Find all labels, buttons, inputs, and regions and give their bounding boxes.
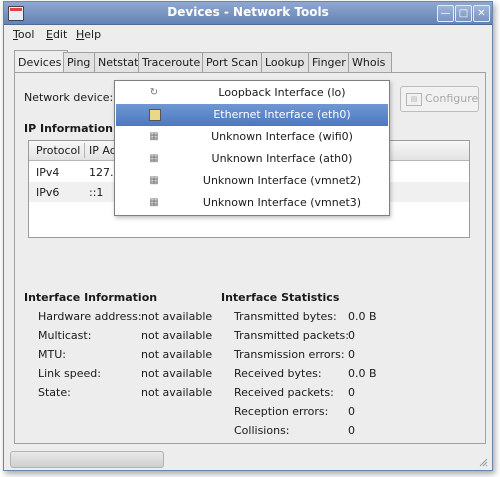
dropdown-item-eth0[interactable]: Ethernet Interface (eth0) (116, 104, 388, 126)
stat-value: 0 (348, 405, 355, 418)
menu-bar: Tool Edit Help (4, 25, 492, 45)
network-device-dropdown[interactable]: ↻ Loopback Interface (lo) Ethernet Inter… (114, 80, 390, 216)
stat-label: Reception errors: (234, 405, 329, 418)
title-bar[interactable]: Devices - Network Tools — □ ✕ (4, 2, 492, 25)
row-protocol: IPv4 (36, 166, 60, 179)
stat-value: 0 (348, 329, 355, 342)
window-title: Devices - Network Tools (167, 5, 329, 19)
dropdown-item-label: Ethernet Interface (eth0) (213, 108, 351, 121)
network-icon: ▦ (149, 153, 159, 164)
loopback-icon: ↻ (149, 87, 159, 98)
field-value: not available (141, 386, 213, 399)
resize-grip-icon[interactable] (478, 457, 488, 467)
interface-information-heading: Interface Information (24, 291, 158, 304)
field-label: Link speed: (38, 367, 101, 380)
field-value: not available (141, 367, 213, 380)
maximize-icon[interactable]: □ (455, 5, 472, 22)
dropdown-item-lo[interactable]: ↻ Loopback Interface (lo) (116, 82, 388, 104)
menu-help[interactable]: Help (76, 28, 101, 41)
stat-label: Transmitted packets: (234, 329, 349, 342)
network-icon: ▦ (149, 131, 159, 142)
field-value: not available (141, 329, 213, 342)
dropdown-item-vmnet3[interactable]: ▦ Unknown Interface (vmnet3) (116, 192, 388, 214)
tab-port-scan[interactable]: Port Scan (202, 52, 266, 72)
dropdown-item-label: Unknown Interface (vmnet3) (202, 196, 362, 209)
stat-value: 0 (348, 386, 355, 399)
dropdown-item-ath0[interactable]: ▦ Unknown Interface (ath0) (116, 148, 388, 170)
tab-netstat[interactable]: Netstat (94, 52, 143, 72)
stat-value: 0 (348, 424, 355, 437)
tab-finger[interactable]: Finger (308, 52, 353, 72)
interface-statistics-heading: Interface Statistics (221, 291, 340, 304)
tab-whois[interactable]: Whois (348, 52, 392, 72)
dropdown-item-wifi0[interactable]: ▦ Unknown Interface (wifi0) (116, 126, 388, 148)
field-label: MTU: (38, 348, 66, 361)
field-value: not available (141, 310, 213, 323)
stat-label: Transmission errors: (234, 348, 345, 361)
stat-label: Collisions: (234, 424, 290, 437)
menu-tool[interactable]: Tool (13, 28, 34, 41)
close-icon[interactable]: ✕ (473, 5, 490, 22)
network-icon: ▦ (149, 175, 159, 186)
column-protocol[interactable]: Protocol (36, 144, 80, 157)
dropdown-item-label: Loopback Interface (lo) (218, 86, 346, 99)
ip-information-heading: IP Information (24, 122, 113, 135)
stat-value: 0.0 B (348, 367, 377, 380)
dropdown-item-label: Unknown Interface (wifi0) (211, 130, 353, 143)
field-label: State: (38, 386, 71, 399)
field-value: not available (141, 348, 213, 361)
tab-lookup[interactable]: Lookup (261, 52, 313, 72)
stat-label: Received packets: (234, 386, 334, 399)
main-window: Devices - Network Tools — □ ✕ Tool Edit … (3, 1, 493, 471)
configure-button[interactable]: ▤ Configure (400, 86, 479, 112)
network-icon: ▦ (149, 197, 159, 208)
status-bar (8, 451, 488, 468)
configure-label: Configure (425, 92, 479, 105)
ethernet-icon (149, 109, 161, 121)
menu-edit[interactable]: Edit (46, 28, 67, 41)
row-address: ::1 (89, 186, 104, 199)
dropdown-item-label: Unknown Interface (ath0) (211, 152, 353, 165)
configure-icon: ▤ (406, 93, 422, 106)
minimize-icon[interactable]: — (437, 5, 454, 22)
field-label: Multicast: (38, 329, 92, 342)
stat-label: Transmitted bytes: (234, 310, 337, 323)
tab-traceroute[interactable]: Traceroute (138, 52, 207, 72)
stat-value: 0 (348, 348, 355, 361)
field-label: Hardware address: (38, 310, 142, 323)
column-ip-address[interactable]: IP Ad (89, 144, 117, 157)
dropdown-item-vmnet2[interactable]: ▦ Unknown Interface (vmnet2) (116, 170, 388, 192)
tab-devices[interactable]: Devices (14, 50, 68, 73)
status-field (10, 451, 164, 468)
column-divider[interactable] (84, 143, 85, 158)
stat-label: Received bytes: (234, 367, 322, 380)
dropdown-item-label: Unknown Interface (vmnet2) (202, 174, 362, 187)
row-protocol: IPv6 (36, 186, 60, 199)
network-device-label: Network device: (24, 91, 114, 104)
stat-value: 0.0 B (348, 310, 377, 323)
